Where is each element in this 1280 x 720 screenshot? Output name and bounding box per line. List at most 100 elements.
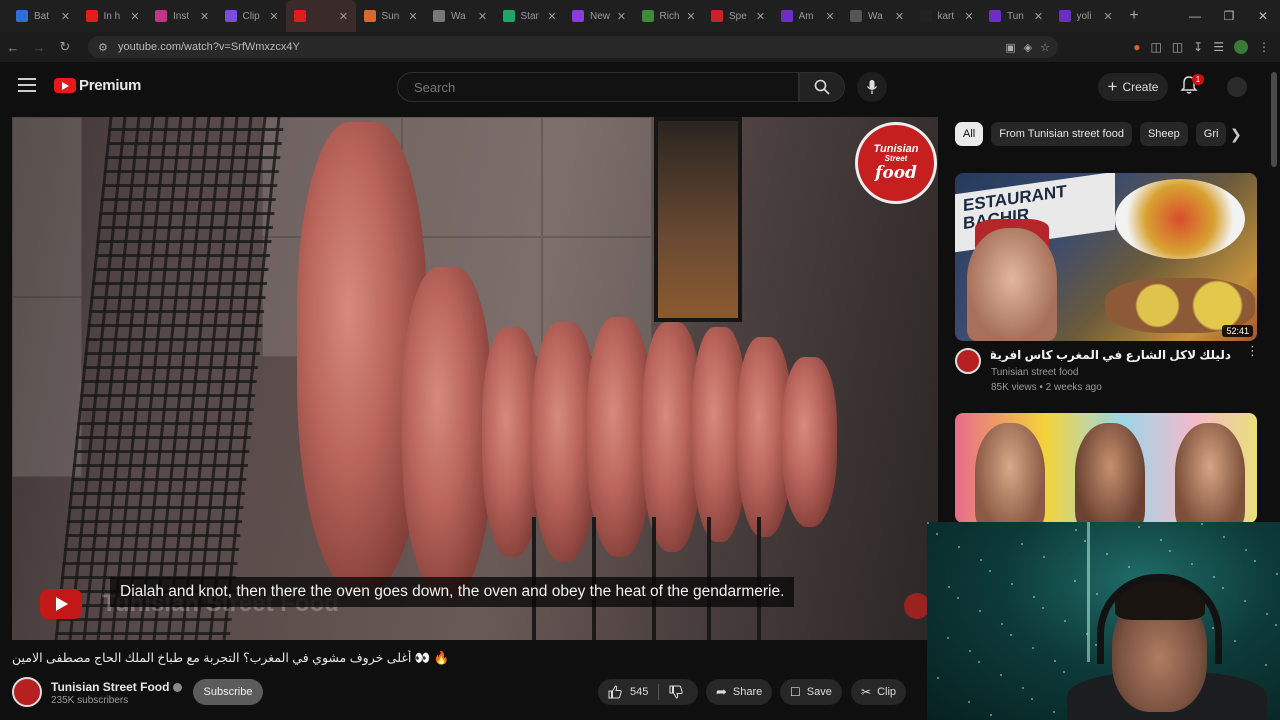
browser-tab[interactable]: Tun ✕ <box>981 0 1051 32</box>
browser-tab[interactable]: ✕ <box>286 0 356 32</box>
browser-tab[interactable]: Wa ✕ <box>425 0 495 32</box>
recommended-thumbnail-2[interactable] <box>955 413 1257 523</box>
split-view-icon[interactable]: ◫ <box>1172 40 1183 54</box>
voice-search-button[interactable] <box>857 72 887 102</box>
s-icon <box>572 10 584 22</box>
close-tab-icon[interactable]: ✕ <box>60 10 72 23</box>
close-tab-icon[interactable]: ✕ <box>199 10 211 23</box>
close-tab-icon[interactable]: ✕ <box>546 10 558 23</box>
close-window-icon[interactable]: ✕ <box>1246 0 1280 32</box>
browser-tab[interactable]: Spe ✕ <box>703 0 773 32</box>
extension-fox-icon[interactable]: ● <box>1133 40 1140 54</box>
browser-tab[interactable]: yoli ✕ <box>1051 0 1121 32</box>
restore-icon[interactable]: ❐ <box>1212 0 1246 32</box>
channel-name-row[interactable]: Tunisian Street Food <box>51 680 183 694</box>
browser-tab[interactable]: Bat ✕ <box>8 0 78 32</box>
youtube-icon <box>294 10 306 22</box>
omnibox[interactable]: ⚙ youtube.com/watch?v=SrfWmxzcx4Y ▣ ◈ ☆ <box>88 36 1058 58</box>
hamburger-menu-icon[interactable] <box>18 78 36 92</box>
site-settings-icon[interactable]: ⚙ <box>98 41 114 54</box>
thumbs-down-icon <box>669 685 684 699</box>
account-avatar[interactable] <box>1227 77 1247 97</box>
star-icon <box>502 10 515 22</box>
menu-icon[interactable]: ⋮ <box>1258 40 1270 54</box>
channel-name[interactable]: Tunisian Street Food <box>51 680 169 694</box>
more-options-icon[interactable]: ⋮ <box>1246 344 1259 357</box>
recommended-title[interactable]: دليلك لاكل الشارع في المغرب كاس افريقيا … <box>991 348 1231 362</box>
youtube-play-icon <box>54 78 76 93</box>
browser-tab[interactable]: Am ✕ <box>773 0 843 32</box>
browser-tab[interactable]: Star ✕ <box>495 0 565 32</box>
downloads-icon[interactable]: ↧ <box>1193 40 1203 54</box>
recommended-channel-avatar[interactable] <box>955 348 981 374</box>
browser-tab[interactable]: Sun ✕ <box>356 0 426 32</box>
browser-address-bar: ← → ↻ ⚙ youtube.com/watch?v=SrfWmxzcx4Y … <box>0 32 1280 62</box>
url-text[interactable]: youtube.com/watch?v=SrfWmxzcx4Y <box>118 41 300 53</box>
browser-tab[interactable]: Wa ✕ <box>842 0 912 32</box>
close-tab-icon[interactable]: ✕ <box>1102 10 1114 23</box>
search-button[interactable] <box>799 72 845 102</box>
bookmark-star-icon[interactable]: ☆ <box>1040 41 1050 54</box>
close-tab-icon[interactable]: ✕ <box>268 10 280 23</box>
save-button[interactable]: ☐ Save <box>780 679 842 705</box>
browser-tab[interactable]: In h ✕ <box>78 0 148 32</box>
close-tab-icon[interactable]: ✕ <box>616 10 628 23</box>
video-duration: 52:41 <box>1222 325 1253 337</box>
close-tab-icon[interactable]: ✕ <box>407 10 419 23</box>
like-button[interactable]: 545 <box>598 679 658 705</box>
browser-tab[interactable]: New ✕ <box>564 0 634 32</box>
close-tab-icon[interactable]: ✕ <box>755 10 767 23</box>
tab-title: In h <box>103 10 121 22</box>
share-button[interactable]: ➦ Share <box>706 679 773 705</box>
youtube-logo[interactable]: Premium <box>54 77 141 94</box>
close-tab-icon[interactable]: ✕ <box>963 10 975 23</box>
channel-avatar[interactable] <box>12 677 42 707</box>
channel-logo-overlay: Tunisian Street food <box>855 122 937 204</box>
close-tab-icon[interactable]: ✕ <box>685 10 697 23</box>
dislike-button[interactable] <box>659 679 693 705</box>
close-tab-icon[interactable]: ✕ <box>894 10 906 23</box>
create-button[interactable]: + Create <box>1098 73 1168 101</box>
tab-title: Bat <box>34 10 50 22</box>
yahoo-icon <box>989 10 1001 22</box>
minimize-icon[interactable]: — <box>1178 0 1212 32</box>
page-scrollbar[interactable] <box>1271 72 1277 167</box>
chip-all[interactable]: All <box>955 122 984 146</box>
subscribe-button[interactable]: Subscribe <box>193 679 263 705</box>
close-tab-icon[interactable]: ✕ <box>1033 10 1045 23</box>
media-icon[interactable]: ☰ <box>1213 40 1224 54</box>
install-icon[interactable]: ▣ <box>1005 41 1015 54</box>
extensions-puzzle-icon[interactable]: ◫ <box>1150 40 1161 54</box>
chip-from-channel[interactable]: From Tunisian street food <box>991 122 1132 146</box>
verified-icon <box>173 683 183 693</box>
chevron-right-icon[interactable]: ❯ <box>1230 126 1242 143</box>
clip-button[interactable]: ✂ Clip <box>851 679 907 705</box>
browser-tab[interactable]: kart ✕ <box>912 0 982 32</box>
browser-tab[interactable]: Inst ✕ <box>147 0 217 32</box>
back-button[interactable]: ← <box>0 32 26 62</box>
search-input[interactable] <box>398 73 798 101</box>
close-tab-icon[interactable]: ✕ <box>824 10 836 23</box>
close-tab-icon[interactable]: ✕ <box>477 10 489 23</box>
recommended-thumbnail-1[interactable]: ESTAURANT BACHIR 52:41 <box>955 173 1257 341</box>
chip-sheep[interactable]: Sheep <box>1139 122 1188 146</box>
notifications-button[interactable]: 1 <box>1180 74 1204 97</box>
reload-button[interactable]: ↻ <box>52 32 78 62</box>
new-tab-button[interactable]: + <box>1120 7 1148 25</box>
browser-tab[interactable]: Rich ✕ <box>634 0 704 32</box>
chip-grill[interactable]: Gri <box>1195 122 1227 146</box>
profile-avatar[interactable] <box>1234 40 1248 54</box>
search-box[interactable] <box>397 72 799 102</box>
share-icon: ➦ <box>716 684 727 699</box>
forward-button[interactable]: → <box>26 32 52 62</box>
video-player[interactable]: Tunisian Street food Tunisian Street Foo… <box>12 117 938 640</box>
bing-icon <box>16 10 28 22</box>
browser-tab[interactable]: Clip ✕ <box>217 0 287 32</box>
share-label: Share <box>732 686 763 698</box>
close-tab-icon[interactable]: ✕ <box>129 10 141 23</box>
close-tab-icon[interactable]: ✕ <box>338 10 350 23</box>
like-dislike-bar: 545 <box>598 679 698 705</box>
translate-icon[interactable]: ◈ <box>1024 41 1032 54</box>
recommended-channel[interactable]: Tunisian street food <box>991 367 1078 378</box>
tab-title: Spe <box>729 10 747 22</box>
